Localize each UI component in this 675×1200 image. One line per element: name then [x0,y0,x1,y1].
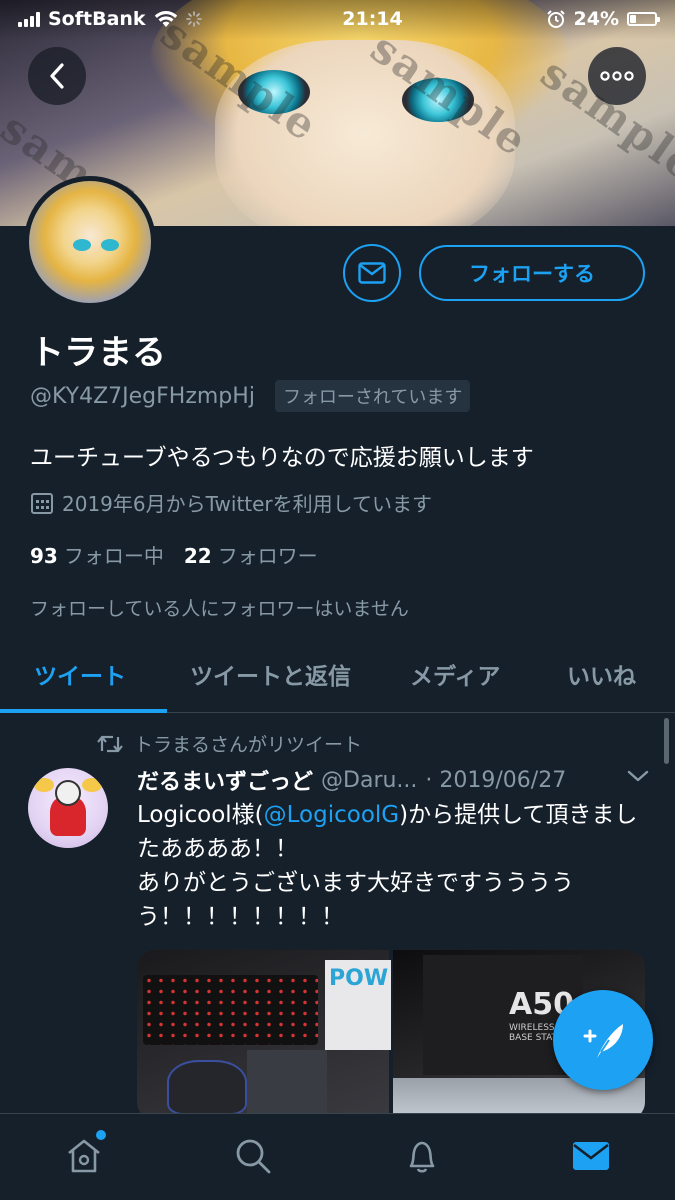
avatar-art-eye [73,239,91,251]
nav-messages[interactable] [569,1134,613,1178]
chevron-left-icon [50,63,64,89]
tweet-header: だるまいずごっど @Daru... · 2019/06/27 [137,764,566,796]
back-button[interactable] [28,47,86,105]
tweet-text: Logicool様(@LogicoolG)から提供して頂きましたああああ！！ あ… [137,798,647,934]
chevron-down-icon[interactable] [626,768,650,784]
profile-handle: @KY4Z7JegFHzmpHj [30,383,255,409]
avatar-art-head [55,780,81,806]
tweet-text-part: ありがとうございます大好きですううううう！！！！！！！！ [137,870,574,930]
mail-icon [358,262,386,284]
following-count: 93 [30,544,58,568]
retweet-context: トラまるさんがリツイート [96,730,362,757]
notification-dot [96,1130,106,1140]
retweet-icon [97,735,123,752]
carrier-label: SoftBank [48,8,146,30]
nav-home[interactable] [62,1134,106,1178]
tab-tweets-and-replies[interactable]: ツイートと返信 [190,636,351,712]
profile-bio: ユーチューブやるつもりなので応援お願いします [30,445,534,471]
followers-link[interactable]: 22 フォロワー [184,540,318,569]
status-bar: SoftBank 21:14 24% [0,0,675,38]
bell-icon [409,1141,435,1173]
followers-label: フォロワー [217,544,318,568]
active-tab-indicator [0,709,167,713]
bottom-navigation [0,1113,675,1200]
calendar-icon [31,492,53,514]
joined-date-row: 2019年6月からTwitterを利用しています [30,488,432,517]
nav-search[interactable] [231,1134,275,1178]
alarm-icon [546,10,565,28]
compose-feather-icon [583,1024,623,1058]
mutual-followers-note: フォローしている人にフォロワーはいません [30,598,409,620]
tweet-mention-link[interactable]: @LogicoolG [264,802,399,828]
activity-spinner-icon [185,11,202,27]
tab-likes[interactable]: いいね [567,636,636,712]
nav-notifications[interactable] [400,1134,444,1178]
tweet-text-part: Logicool様( [137,802,264,828]
photo-mouse [167,1060,247,1115]
tweet-date[interactable]: · 2019/06/27 [425,768,566,793]
tweet-media-image-1[interactable]: POW [137,950,391,1120]
tweet-author-name[interactable]: だるまいずごっど [137,764,313,796]
tweet-author-avatar[interactable] [28,768,108,848]
followers-count: 22 [183,544,212,568]
retweet-context-label: トラまるさんがリツイート [134,734,363,756]
direct-message-button[interactable] [343,244,401,302]
handle-row: @KY4Z7JegFHzmpHj フォローされています [30,380,471,412]
photo-product-box: POW [325,960,391,1050]
following-label: フォロー中 [63,544,164,568]
home-icon [68,1139,100,1173]
battery-icon [627,12,660,26]
battery-percent: 24% [573,8,619,30]
follows-you-badge: フォローされています [274,380,471,412]
mail-icon [573,1142,609,1170]
avatar-art-wing [34,778,54,792]
follow-counts: 93 フォロー中 22 フォロワー [30,540,318,569]
avatar-art-eye [101,239,119,251]
wifi-icon [154,11,177,27]
profile-display-name: トラまる [30,333,166,373]
battery-level-fill [630,15,637,23]
profile-avatar[interactable] [24,176,156,308]
profile-tabs: ツイート ツイートと返信 メディア いいね [0,636,675,713]
search-icon [236,1139,271,1174]
compose-tweet-button[interactable] [553,990,653,1090]
scrollbar[interactable] [664,718,669,764]
follow-button[interactable]: フォローする [419,245,645,301]
more-options-button[interactable] [588,47,646,105]
tab-media[interactable]: メディア [410,636,500,712]
tab-tweets[interactable]: ツイート [34,636,126,712]
clock: 21:14 [342,8,403,30]
photo-keyboard [143,975,318,1045]
following-link[interactable]: 93 フォロー中 [30,540,164,569]
signal-icon [18,11,40,27]
avatar-art-wing [82,778,102,792]
tweet-author-handle[interactable]: @Daru... [321,768,417,793]
ellipsis-icon [600,71,634,81]
photo-product-box [247,1050,327,1120]
joined-date-text: 2019年6月からTwitterを利用しています [62,492,433,516]
photo-box-label: POW [329,966,389,991]
